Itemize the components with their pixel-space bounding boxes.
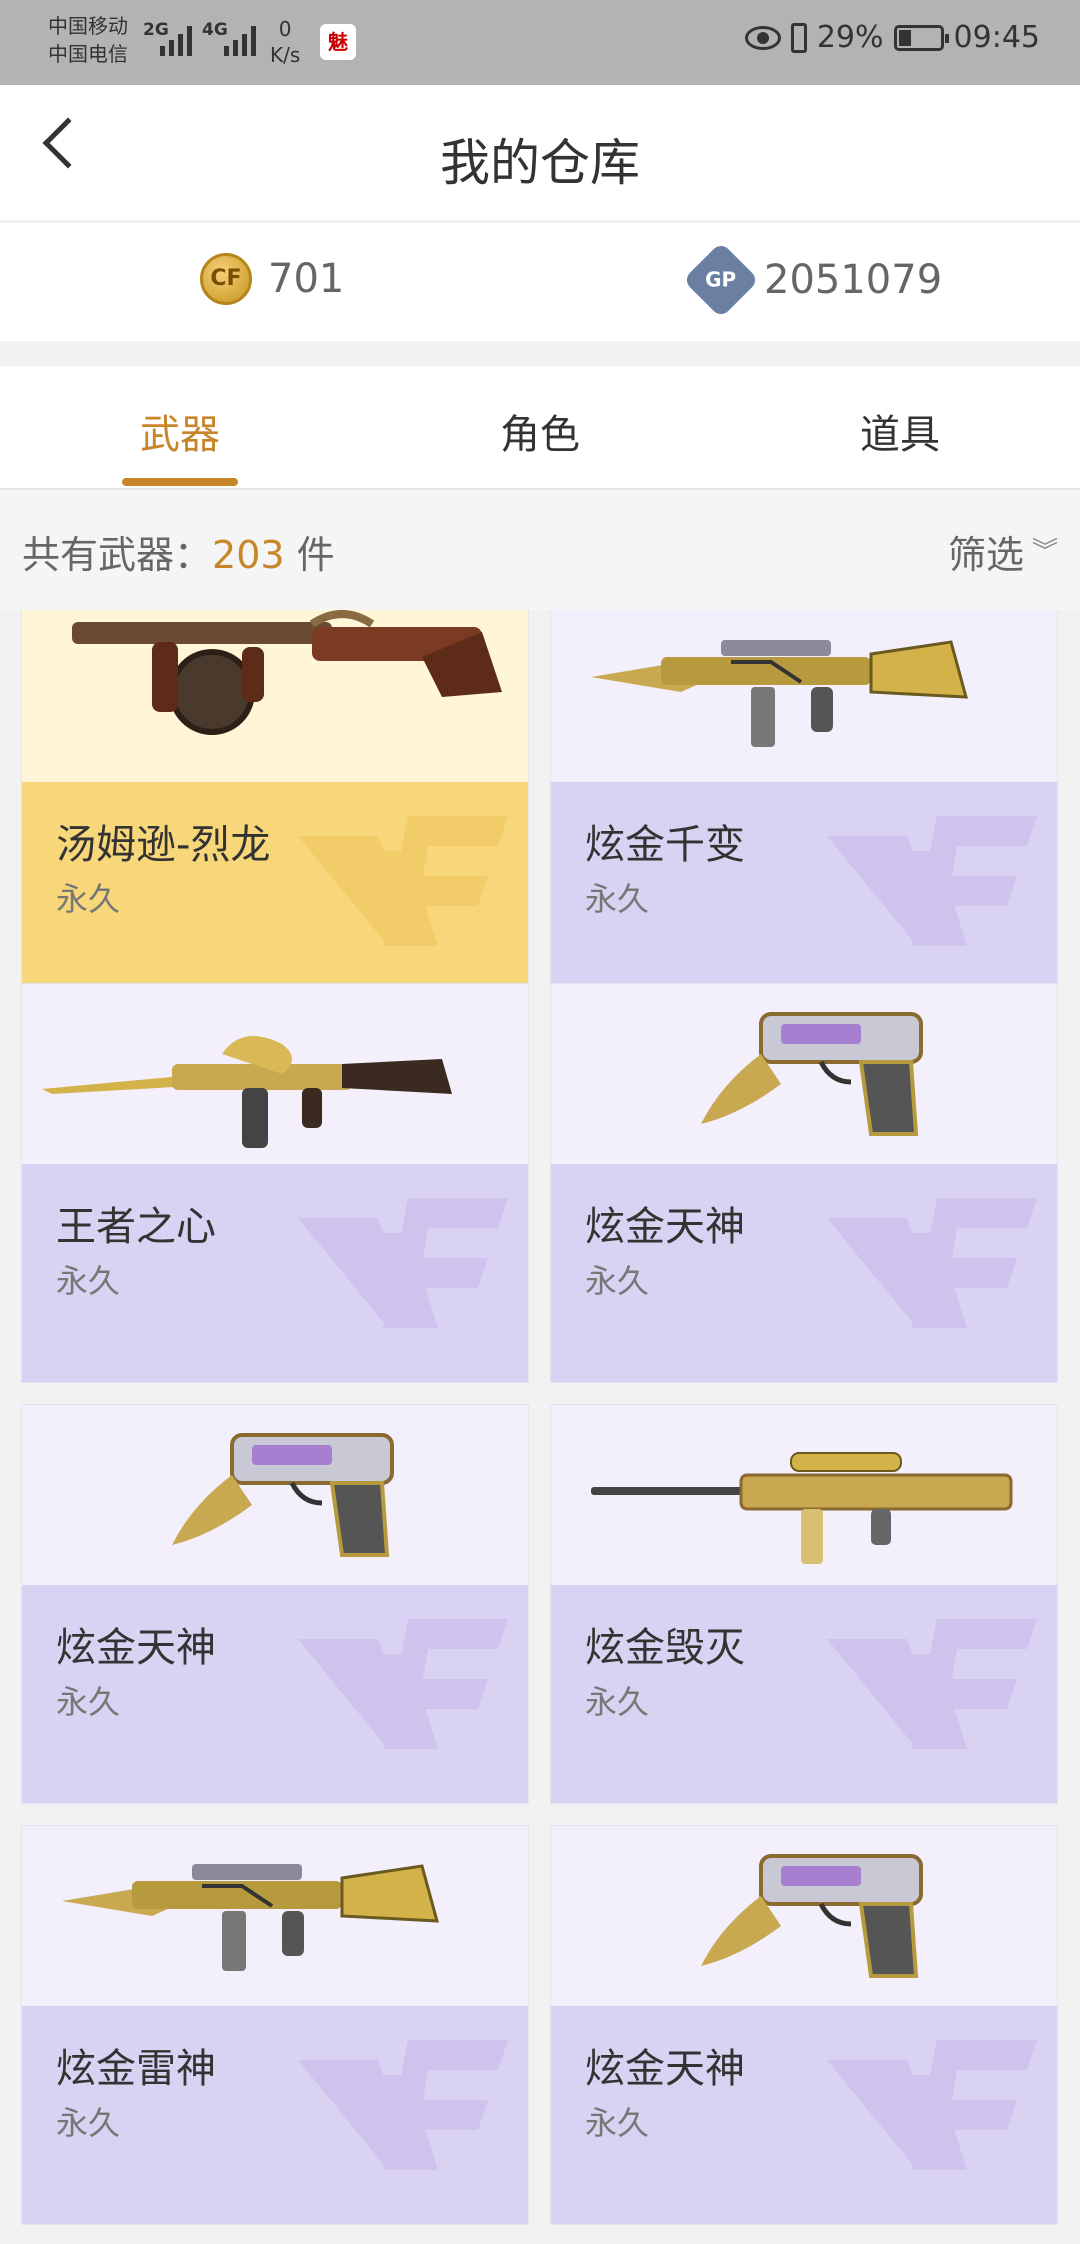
weapon-image — [591, 1452, 1013, 1564]
app-notification-icon: 魅 — [320, 24, 356, 60]
filter-label: 筛选 — [947, 533, 1024, 577]
weapon-duration: 永久 — [56, 2104, 121, 2142]
weapon-card[interactable]: 炫金天神 永久 — [551, 1826, 1057, 2224]
cf-logo-watermark-icon — [827, 1619, 1037, 1749]
signal-icon — [160, 22, 192, 56]
gp-label: GP — [705, 267, 737, 292]
weapon-info: 炫金千变 永久 — [551, 782, 1057, 1000]
weapon-name: 炫金天神 — [56, 1625, 216, 1671]
weapon-info: 炫金毁灭 永久 — [551, 1585, 1057, 1803]
double-chevron-down-icon: ︾ — [1031, 536, 1058, 567]
weapon-name: 炫金天神 — [585, 1204, 745, 1250]
weapon-card[interactable]: 炫金千变 永久 — [551, 610, 1057, 1000]
weapon-image — [701, 1854, 923, 1978]
gp-balance-value: 2051079 — [764, 257, 943, 303]
weapon-image — [62, 1864, 439, 1971]
weapon-name: 炫金雷神 — [56, 2046, 216, 2092]
weapon-duration: 永久 — [585, 880, 650, 918]
currency-bar: CF 701 GP 2051079 — [0, 222, 1080, 341]
weapon-name: 炫金千变 — [585, 822, 745, 868]
count-prefix: 共有武器： — [22, 533, 213, 577]
weapon-duration: 永久 — [56, 1683, 121, 1721]
battery-percent: 29% — [816, 20, 884, 55]
app-header: 我的仓库 — [0, 85, 1080, 220]
cf-logo-watermark-icon — [298, 1198, 508, 1328]
speed-value: 0 — [278, 17, 292, 41]
weapon-image-area — [22, 1826, 528, 2006]
signal-icon — [224, 22, 256, 56]
cf-logo-watermark-icon — [298, 816, 508, 946]
weapon-info: 炫金天神 永久 — [551, 2006, 1057, 2224]
weapon-image-area — [551, 1826, 1057, 2006]
active-tab-indicator — [122, 478, 238, 486]
weapon-grid: 汤姆逊-烈龙 永久 炫金千变 永久 王者之心 永久 炫金天神 永久 炫金天神 永久 炫金毁灭 永久 炫金… — [0, 610, 1080, 2244]
weapon-info: 王者之心 永久 — [22, 1164, 528, 1382]
weapon-card[interactable]: 炫金天神 永久 — [22, 1405, 528, 1803]
weapon-info: 炫金天神 永久 — [22, 1585, 528, 1803]
weapon-name: 炫金天神 — [585, 2046, 745, 2092]
weapon-info: 汤姆逊-烈龙永久 — [22, 782, 528, 1000]
weapon-info: 炫金雷神 永久 — [22, 2006, 528, 2224]
vibrate-icon — [790, 22, 807, 53]
weapon-card[interactable]: 王者之心 永久 — [22, 984, 528, 1382]
weapon-image-area — [551, 610, 1057, 782]
weapon-image-area — [551, 1405, 1057, 1585]
cf-logo-watermark-icon — [827, 816, 1037, 946]
filter-button[interactable]: 筛选 ︾ — [948, 524, 1058, 579]
gp-balance: GP 2051079 — [682, 241, 943, 319]
network-speed: 0 K/s — [270, 16, 300, 68]
weapon-duration: 永久 — [585, 1683, 650, 1721]
weapon-image — [172, 1433, 394, 1557]
weapon-name: 炫金毁灭 — [585, 1625, 745, 1671]
cf-logo-watermark-icon — [827, 1198, 1037, 1328]
battery-level — [898, 29, 911, 46]
carrier-info: 中国移动 中国电信 — [48, 12, 128, 68]
count-number: 203 — [212, 533, 285, 577]
speed-unit: K/s — [270, 43, 301, 67]
cf-coin-icon: CF — [200, 253, 252, 305]
status-right: 29% 09:45 — [744, 20, 1040, 55]
gp-coin-icon: GP — [682, 241, 760, 319]
cf-logo-watermark-icon — [298, 2040, 508, 2170]
cf-balance-value: 701 — [268, 256, 345, 302]
summary-row: 共有武器：203 件 筛选 ︾ — [0, 490, 1080, 610]
weapon-duration: 永久 — [585, 1262, 650, 1300]
weapon-count: 共有武器：203 件 — [22, 524, 335, 579]
clock: 09:45 — [953, 20, 1040, 55]
weapon-card[interactable]: 汤姆逊-烈龙永久 — [22, 610, 528, 1000]
weapon-name: 汤姆逊-烈龙 — [56, 822, 271, 868]
weapon-image-area — [22, 984, 528, 1164]
tab-weapons[interactable]: 武器 — [0, 402, 360, 460]
weapon-info: 炫金天神 永久 — [551, 1164, 1057, 1382]
weapon-image — [591, 640, 968, 747]
weapon-duration: 永久 — [56, 880, 121, 918]
weapon-duration: 永久 — [56, 1262, 121, 1300]
page-title: 我的仓库 — [440, 134, 640, 192]
cf-balance: CF 701 — [200, 253, 344, 305]
count-suffix: 件 — [284, 533, 335, 577]
cf-logo-watermark-icon — [298, 1619, 508, 1749]
weapon-image-area — [22, 610, 528, 782]
status-bar: 中国移动 中国电信 2G 4G 0 K/s 魅 29% 09:45 — [0, 0, 1080, 85]
weapon-card[interactable]: 炫金雷神 永久 — [22, 1826, 528, 2224]
weapon-image — [72, 610, 502, 735]
eye-comfort-icon — [744, 25, 781, 50]
weapon-image-area — [22, 1405, 528, 1585]
weapon-image — [42, 1036, 452, 1148]
weapon-duration: 永久 — [585, 2104, 650, 2142]
carrier-1: 中国移动 — [48, 14, 128, 38]
carrier-2: 中国电信 — [48, 42, 128, 66]
weapon-image-area — [551, 984, 1057, 1164]
category-tabs: 武器 角色 道具 — [0, 366, 1080, 490]
tab-characters[interactable]: 角色 — [360, 402, 720, 460]
weapon-card[interactable]: 炫金毁灭 永久 — [551, 1405, 1057, 1803]
weapon-card[interactable]: 炫金天神 永久 — [551, 984, 1057, 1382]
battery-icon — [893, 24, 949, 51]
tab-items[interactable]: 道具 — [720, 402, 1080, 460]
weapon-image — [701, 1012, 923, 1136]
weapon-name: 王者之心 — [56, 1204, 216, 1250]
cf-logo-watermark-icon — [827, 2040, 1037, 2170]
